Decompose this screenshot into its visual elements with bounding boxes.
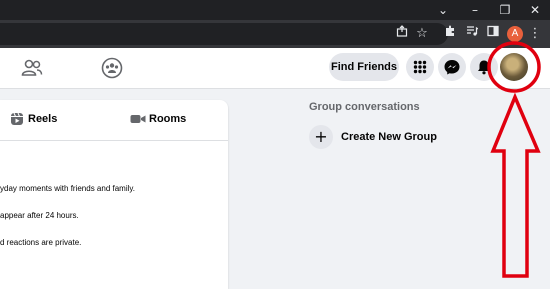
find-friends-button[interactable]: Find Friends [329, 53, 399, 81]
notifications-button[interactable] [470, 53, 498, 81]
groups-icon[interactable] [100, 56, 124, 80]
group-conversations-heading: Group conversations [309, 101, 420, 113]
browser-title-bar: ⌄ – ❐ ✕ [0, 0, 550, 20]
stories-card: Reels Rooms yday moments with friends an… [0, 100, 228, 289]
messenger-icon [444, 60, 460, 75]
apps-grid-icon [413, 60, 427, 74]
site-header [0, 48, 550, 89]
video-camera-icon [130, 112, 146, 126]
tab-rooms[interactable]: Rooms [149, 113, 186, 125]
apps-grid-button[interactable] [406, 53, 434, 81]
plus-icon[interactable]: + [309, 125, 333, 149]
messenger-button[interactable] [438, 53, 466, 81]
star-icon[interactable]: ☆ [413, 25, 431, 43]
account-avatar-button[interactable] [500, 53, 528, 81]
card-text-line: d reactions are private. [0, 238, 82, 247]
chevron-down-icon[interactable]: ⌄ [428, 0, 458, 20]
media-icon[interactable] [463, 25, 481, 43]
card-text-line: yday moments with friends and family. [0, 184, 136, 193]
extensions-icon[interactable] [441, 25, 459, 43]
create-new-group-link[interactable]: Create New Group [341, 131, 437, 143]
close-button[interactable]: ✕ [520, 0, 550, 20]
notifications-icon [478, 60, 490, 75]
menu-icon[interactable]: ⋮ [526, 25, 544, 43]
minimize-button[interactable]: – [460, 0, 490, 20]
browser-toolbar: ☆ ⋮ [0, 20, 550, 48]
card-text-line: appear after 24 hours. [0, 211, 79, 220]
card-tabs: Reels Rooms [0, 100, 228, 141]
reels-icon [10, 112, 24, 126]
share-icon[interactable] [393, 25, 411, 43]
sidebar-icon[interactable] [484, 25, 502, 43]
restore-button[interactable]: ❐ [490, 0, 520, 20]
browser-profile-avatar[interactable]: A [507, 26, 523, 42]
tab-reels[interactable]: Reels [28, 113, 57, 125]
address-bar[interactable] [0, 23, 448, 45]
friends-icon[interactable] [20, 56, 44, 80]
